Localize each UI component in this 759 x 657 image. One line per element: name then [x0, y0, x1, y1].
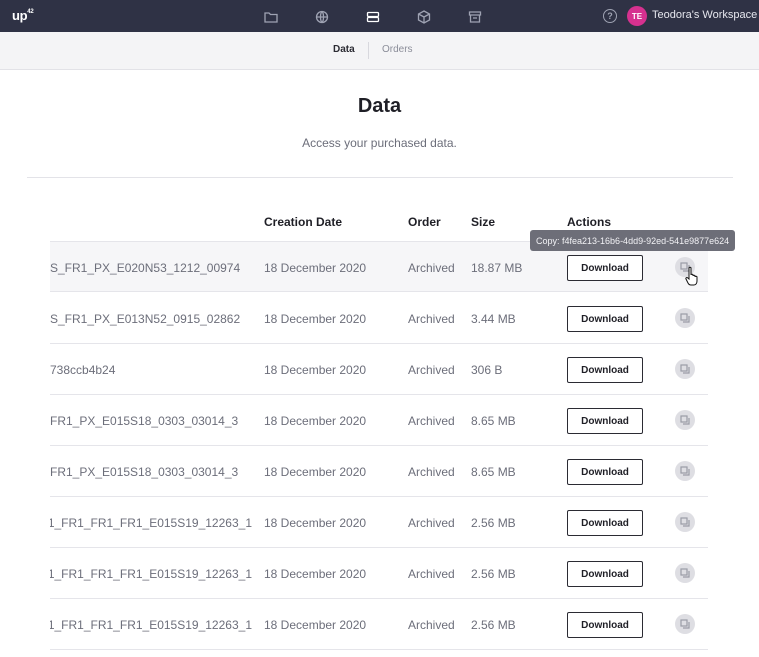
page-title: Data: [357, 95, 402, 117]
avatar[interactable]: TE: [627, 6, 647, 26]
copy-id-button[interactable]: [675, 461, 695, 481]
download-button[interactable]: Download: [567, 408, 643, 434]
cube-icon[interactable]: [415, 8, 432, 25]
storage-icon[interactable]: [364, 8, 381, 25]
download-button[interactable]: Download: [567, 561, 643, 587]
order-status: Archived: [408, 516, 455, 530]
file-name: 3_FR1_PX_E015S18_0303_03014: [50, 465, 239, 479]
globe-icon[interactable]: [313, 8, 330, 25]
copy-id-button[interactable]: [675, 614, 695, 634]
tab-orders[interactable]: Orders: [382, 44, 413, 55]
file-size: 8.65 MB: [471, 465, 516, 479]
download-button[interactable]: Download: [567, 612, 643, 638]
up42-logo[interactable]: up42: [12, 8, 34, 23]
file-size: 306 B: [471, 363, 503, 377]
file-name: S_FR1_PX_E013N52_0915_02862: [50, 312, 241, 326]
file-name: 738ccb4b24: [50, 363, 116, 377]
file-name: 3_FR1_PX_E015S18_0303_03014: [50, 414, 239, 428]
logo-text: up: [12, 8, 28, 23]
order-status: Archived: [408, 465, 455, 479]
creation-date: 18 December 2020: [264, 363, 367, 377]
order-status: Archived: [408, 414, 455, 428]
copy-tooltip: Copy: f4fea213-16b6-4dd9-92ed-541e9877e6…: [530, 230, 736, 251]
download-button[interactable]: Download: [567, 255, 643, 281]
creation-date: 18 December 2020: [264, 618, 367, 632]
file-size: 3.44 MB: [471, 312, 516, 326]
table-row[interactable]: 3_FR1_PX_E015S18_0303_03014 18 December …: [50, 446, 708, 497]
order-status: Archived: [408, 261, 455, 275]
creation-date: 18 December 2020: [264, 261, 367, 275]
column-header-order: Order: [408, 215, 441, 229]
tab-divider: [368, 42, 369, 59]
copy-icon: [680, 466, 690, 476]
workspace-name[interactable]: Teodora's Workspace: [652, 9, 757, 21]
copy-id-button[interactable]: [675, 308, 695, 328]
table-row[interactable]: S_FR1_PX_E013N52_0915_02862 18 December …: [50, 293, 708, 344]
logo-superscript: 42: [27, 8, 34, 15]
main-nav: [262, 8, 517, 25]
table-row[interactable]: 1_FR1_FR1_FR1_FR1_E015S19_12263 18 Decem…: [50, 497, 708, 548]
copy-id-button[interactable]: [675, 563, 695, 583]
creation-date: 18 December 2020: [264, 465, 367, 479]
column-header-size: Size: [471, 215, 496, 229]
order-status: Archived: [408, 567, 455, 581]
creation-date: 18 December 2020: [264, 414, 367, 428]
page-subtitle: Access your purchased data.: [302, 136, 457, 150]
file-size: 8.65 MB: [471, 414, 516, 428]
table-row[interactable]: 3_FR1_PX_E015S18_0303_03014 18 December …: [50, 395, 708, 446]
table-row[interactable]: 738ccb4b24 18 December 2020 Archived 306…: [50, 344, 708, 395]
folder-icon[interactable]: [262, 8, 279, 25]
file-name: S_FR1_PX_E020N53_1212_00974: [50, 261, 241, 275]
copy-id-button[interactable]: [675, 359, 695, 379]
copy-icon: [680, 313, 690, 323]
help-icon[interactable]: ?: [603, 9, 617, 23]
column-header-creation-date: Creation Date: [264, 215, 343, 229]
sub-navbar: Data Orders: [0, 32, 759, 70]
file-size: 18.87 MB: [471, 261, 523, 275]
copy-icon: [680, 619, 690, 629]
table-row[interactable]: 1_FR1_FR1_FR1_FR1_E015S19_12263 18 Decem…: [50, 548, 708, 599]
creation-date: 18 December 2020: [264, 312, 367, 326]
header-divider: [27, 177, 733, 178]
tab-data[interactable]: Data: [333, 44, 355, 55]
creation-date: 18 December 2020: [264, 567, 367, 581]
copy-id-button[interactable]: [675, 512, 695, 532]
copy-icon: [680, 364, 690, 374]
order-status: Archived: [408, 618, 455, 632]
copy-icon: [680, 415, 690, 425]
file-size: 2.56 MB: [471, 567, 516, 581]
file-size: 2.56 MB: [471, 618, 516, 632]
copy-icon: [680, 568, 690, 578]
download-button[interactable]: Download: [567, 510, 643, 536]
top-navbar: up42 ? TE Teodora's Workspace: [0, 0, 759, 32]
order-status: Archived: [408, 312, 455, 326]
table-row[interactable]: 1_FR1_FR1_FR1_FR1_E015S19_12263 18 Decem…: [50, 599, 708, 650]
download-button[interactable]: Download: [567, 306, 643, 332]
column-header-actions: Actions: [567, 215, 612, 229]
creation-date: 18 December 2020: [264, 516, 367, 530]
store-icon[interactable]: [466, 8, 483, 25]
hand-cursor-icon: [685, 266, 698, 286]
copy-icon: [680, 517, 690, 527]
file-name: 1_FR1_FR1_FR1_FR1_E015S19_12263: [50, 567, 252, 581]
order-status: Archived: [408, 363, 455, 377]
copy-id-button[interactable]: [675, 410, 695, 430]
file-name: 1_FR1_FR1_FR1_FR1_E015S19_12263: [50, 516, 252, 530]
file-name: 1_FR1_FR1_FR1_FR1_E015S19_12263: [50, 618, 252, 632]
file-size: 2.56 MB: [471, 516, 516, 530]
download-button[interactable]: Download: [567, 357, 643, 383]
download-button[interactable]: Download: [567, 459, 643, 485]
